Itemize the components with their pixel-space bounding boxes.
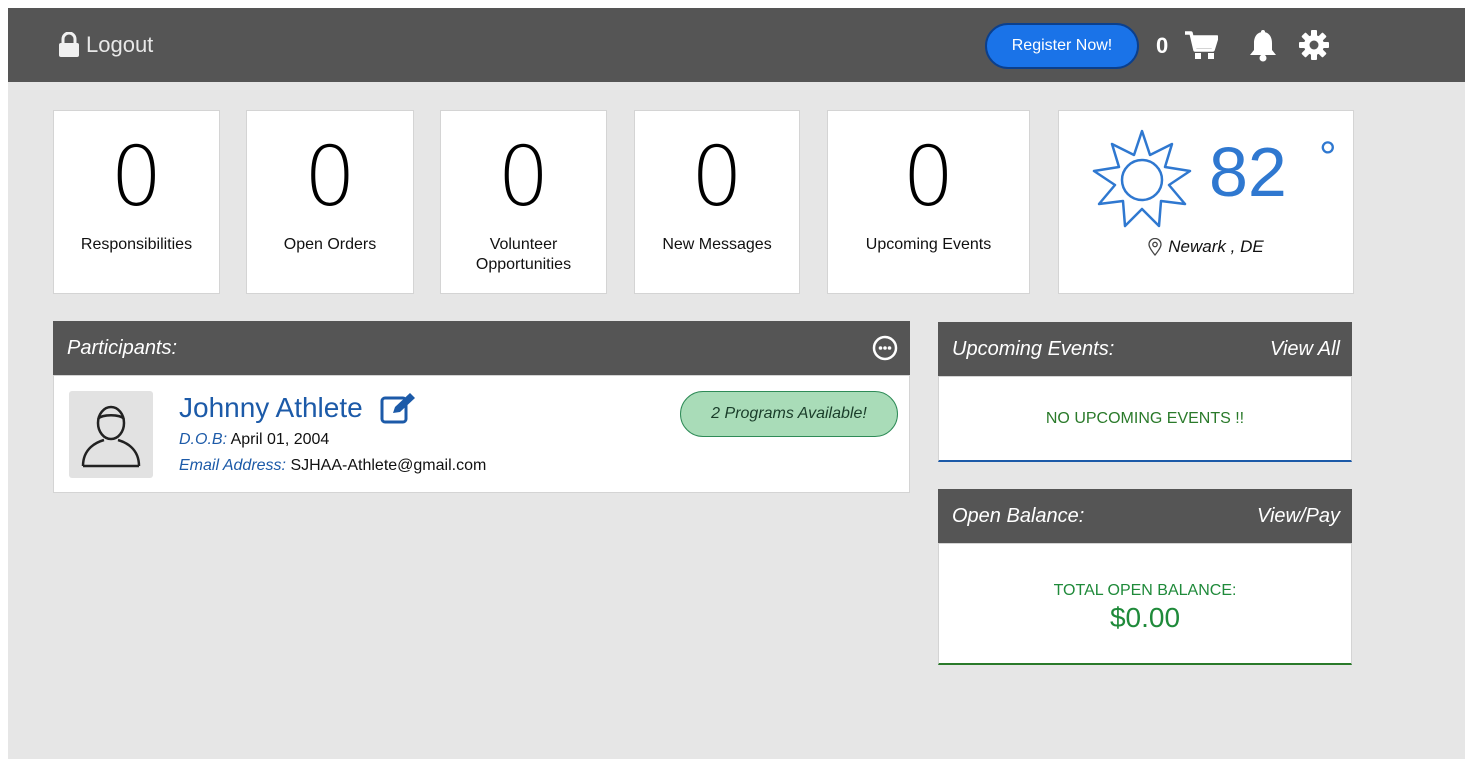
total-open-balance-label: TOTAL OPEN BALANCE: [1053,582,1237,599]
participant-name-row: Johnny Athlete [179,392,417,424]
dob-label: D.O.B: [179,431,228,448]
tile-label: Open Orders [283,236,377,253]
bell-icon[interactable] [1248,30,1278,62]
tile-count: 0 [690,130,744,225]
gear-icon[interactable] [1299,30,1329,60]
participant-dob: D.O.B: April 01, 2004 [179,431,329,449]
tile-label: Responsibilities [80,236,193,253]
tile-upcoming-events[interactable]: 0 Upcoming Events [827,110,1030,294]
tile-count: 0 [497,130,550,225]
upcoming-events-header: Upcoming Events: View All [938,322,1352,376]
programs-available-badge[interactable]: 2 Programs Available! [680,391,898,437]
user-avatar-icon [81,405,141,467]
register-now-button[interactable]: Register Now! [985,23,1139,69]
participants-title: Participants: [67,336,178,359]
participant-name[interactable]: Johnny Athlete [179,392,363,424]
degree-symbol: ° [1319,133,1337,182]
tile-volunteer-opportunities[interactable]: 0 Volunteer Opportunities [440,110,607,294]
tile-count: 0 [110,130,163,225]
edit-icon[interactable] [379,392,417,424]
location-text: Newark , DE [1168,237,1264,256]
email-value: SJHAA-Athlete@gmail.com [290,457,487,474]
logout-button[interactable]: Logout [58,32,153,58]
tile-new-messages[interactable]: 0 New Messages [634,110,800,294]
more-options-icon[interactable] [872,335,898,361]
tile-label: Upcoming Events [865,236,992,253]
lock-icon [59,32,79,57]
cart-icon[interactable] [1184,30,1218,60]
tile-label: Volunteer Opportunities [475,236,572,273]
view-pay-link[interactable]: View/Pay [1257,505,1340,528]
open-balance-header: Open Balance: View/Pay [938,489,1352,543]
logout-label: Logout [86,32,154,57]
app-root: Logout Register Now! 0 0 Responsibilitie… [8,8,1465,759]
avatar [69,391,153,478]
tile-count: 0 [303,130,357,225]
view-all-link[interactable]: View All [1270,338,1340,361]
tile-label: New Messages [662,236,772,253]
sun-icon [1092,129,1192,228]
tile-open-orders[interactable]: 0 Open Orders [246,110,414,294]
tile-responsibilities[interactable]: 0 Responsibilities [53,110,220,294]
participant-card: Johnny Athlete D.O.B: April 01, 2004 Ema… [53,375,910,493]
dob-value: April 01, 2004 [230,431,330,448]
upcoming-events-title: Upcoming Events: [952,337,1115,360]
open-balance-body: TOTAL OPEN BALANCE: $0.00 [938,543,1352,665]
total-open-balance-amount: $0.00 [1109,602,1181,633]
participant-email: Email Address: SJHAA-Athlete@gmail.com [179,457,486,475]
weather-location: Newark , DE [1059,237,1353,257]
upcoming-events-body: NO UPCOMING EVENTS !! [938,376,1352,462]
weather-widget: 82 ° Newark , DE [1058,110,1354,294]
map-pin-icon [1148,238,1162,256]
cart-count: 0 [1156,33,1169,58]
top-navbar: Logout Register Now! 0 [8,8,1465,82]
no-events-message: NO UPCOMING EVENTS !! [1045,409,1245,427]
email-label: Email Address: [179,457,286,474]
tile-count: 0 [902,130,955,225]
temperature-value: 82 [1209,133,1287,211]
participants-header: Participants: [53,321,910,375]
open-balance-title: Open Balance: [952,504,1085,527]
